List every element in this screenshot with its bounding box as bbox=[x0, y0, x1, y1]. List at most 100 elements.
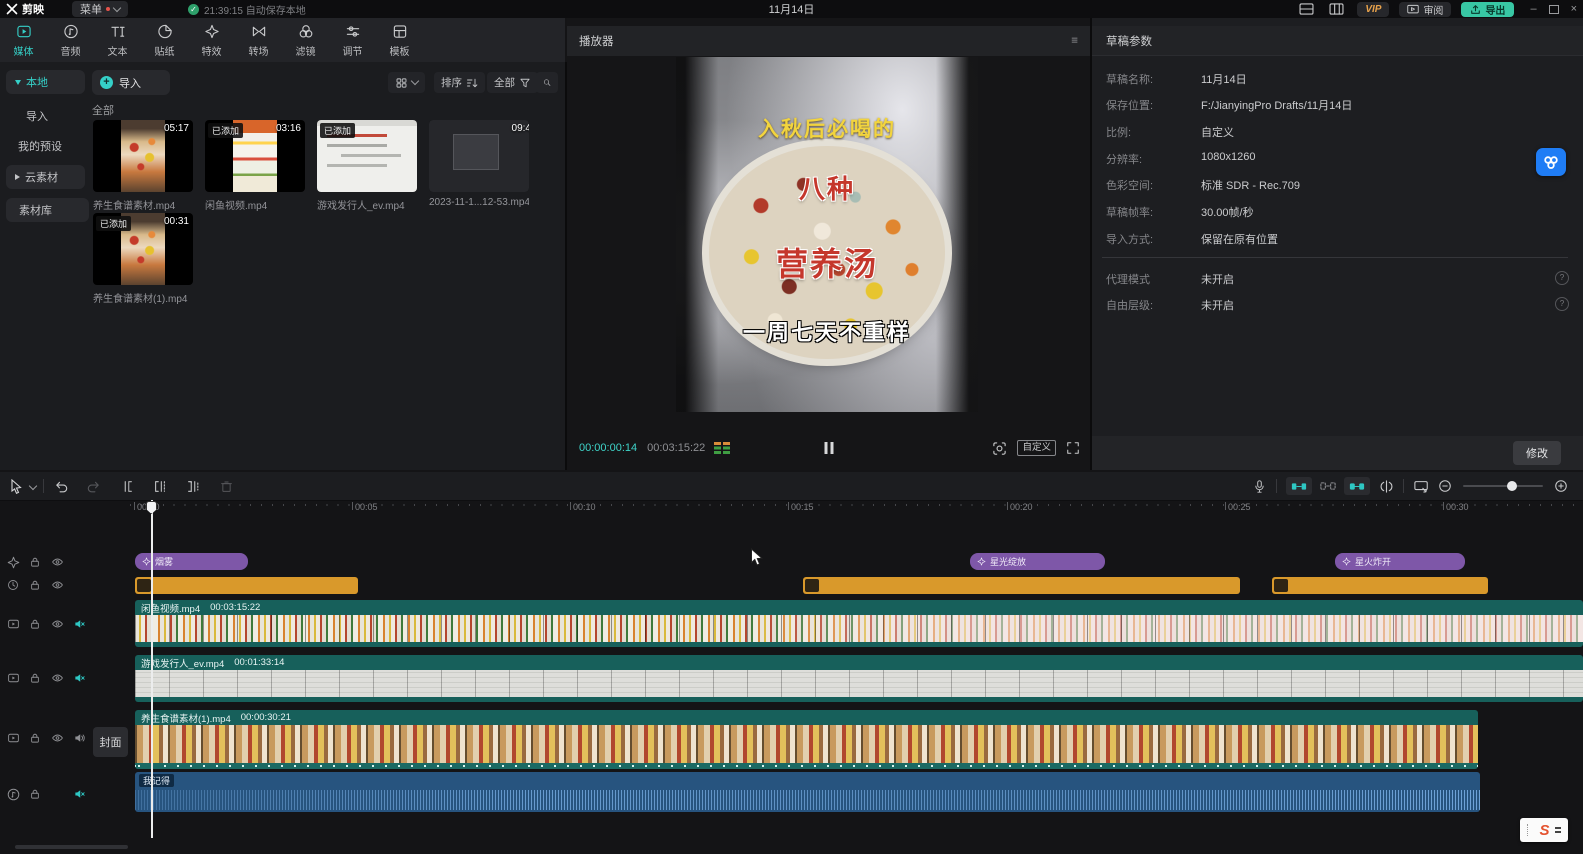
lock-icon[interactable] bbox=[28, 671, 42, 685]
autosave-text: 21:39:15 自动保存本地 bbox=[204, 2, 306, 17]
import-button[interactable]: + 导入 bbox=[92, 70, 170, 95]
main-video-clip[interactable]: 养生食谱素材(1).mp4 00:00:30:21 bbox=[135, 710, 1478, 769]
tab-adjust[interactable]: 调节 bbox=[329, 23, 376, 58]
search-button[interactable] bbox=[536, 72, 558, 93]
clip-filename: 游戏发行人_ev.mp4 bbox=[141, 656, 224, 670]
lock-icon[interactable] bbox=[28, 578, 42, 592]
sidebar-item-local[interactable]: 本地 bbox=[6, 70, 85, 94]
main-track-magnet-toggle[interactable] bbox=[1286, 477, 1312, 495]
video-clip-2[interactable]: 游戏发行人_ev.mp4 00:01:33:14 bbox=[135, 655, 1583, 702]
sticker-clip[interactable] bbox=[135, 577, 358, 594]
tab-template[interactable]: 模板 bbox=[376, 23, 423, 58]
sidebar-item-import[interactable]: 导入 bbox=[26, 108, 48, 124]
effect-clip[interactable]: 星火炸开 bbox=[1335, 553, 1465, 570]
sticker-thumb bbox=[137, 579, 151, 592]
sidebar-item-presets[interactable]: 我的预设 bbox=[18, 138, 62, 154]
speaker-icon[interactable] bbox=[72, 731, 86, 745]
zoom-slider-handle[interactable] bbox=[1507, 481, 1517, 491]
media-item[interactable]: 05:17 养生食谱素材.mp4 bbox=[93, 120, 193, 212]
video-clip-1[interactable]: 闲鱼视频.mp4 00:03:15:22 bbox=[135, 600, 1583, 647]
video-preview[interactable]: 入秋后必喝的 八种 营养汤 一周七天不重样 bbox=[676, 57, 978, 412]
draft-row: 草稿名称:11月14日 bbox=[1106, 71, 1247, 87]
linkage-toggle[interactable] bbox=[1344, 477, 1370, 495]
media-item[interactable]: 已添加 游戏发行人_ev.mp4 bbox=[317, 120, 417, 212]
mute-speaker-icon[interactable] bbox=[72, 617, 86, 631]
trim-left-button[interactable] bbox=[148, 476, 172, 496]
eye-icon[interactable] bbox=[50, 731, 64, 745]
cover-button[interactable]: 封面 bbox=[93, 727, 128, 757]
overlay-text-1: 入秋后必喝的 bbox=[676, 113, 978, 143]
vip-button[interactable]: VIP bbox=[1357, 2, 1389, 17]
mute-speaker-icon[interactable] bbox=[72, 787, 86, 801]
sort-button[interactable]: 排序 bbox=[434, 72, 485, 93]
tab-transition[interactable]: 转场 bbox=[235, 23, 282, 58]
trim-right-button[interactable] bbox=[181, 476, 205, 496]
tab-filter[interactable]: 滤镜 bbox=[282, 23, 329, 58]
lock-icon[interactable] bbox=[28, 617, 42, 631]
focus-icon[interactable] bbox=[992, 441, 1007, 456]
layout-columns-icon[interactable] bbox=[1325, 0, 1347, 19]
sidebar-item-cloud[interactable]: 云素材 bbox=[6, 165, 85, 189]
media-item[interactable]: 已添加 00:31 养生食谱素材(1).mp4 bbox=[93, 213, 193, 305]
tab-sticker[interactable]: 贴纸 bbox=[141, 23, 188, 58]
redo-button[interactable] bbox=[81, 476, 105, 496]
sidebar-label: 导入 bbox=[26, 111, 48, 123]
minimize-button[interactable]: – bbox=[1530, 3, 1536, 15]
timeline-zoom-slider[interactable] bbox=[1463, 485, 1543, 487]
audio-clip-label: 我记得 bbox=[139, 774, 174, 787]
fit-mode-button[interactable]: 自定义 bbox=[1017, 440, 1056, 456]
zoom-out-button[interactable] bbox=[1433, 476, 1457, 496]
lock-icon[interactable] bbox=[28, 787, 42, 801]
ime-mini-buttons[interactable] bbox=[1555, 827, 1561, 833]
split-button[interactable] bbox=[115, 476, 139, 496]
maximize-button[interactable] bbox=[1549, 5, 1559, 14]
help-icon[interactable] bbox=[1555, 297, 1569, 311]
delete-button[interactable] bbox=[214, 476, 238, 496]
cloud-collab-icon[interactable] bbox=[1536, 148, 1566, 176]
player-menu-icon[interactable]: ≡ bbox=[1071, 35, 1078, 47]
undo-button[interactable] bbox=[49, 476, 73, 496]
review-button[interactable]: 审阅 bbox=[1399, 2, 1451, 17]
close-button[interactable]: × bbox=[1571, 3, 1577, 15]
mute-speaker-icon[interactable] bbox=[72, 671, 86, 685]
tab-audio[interactable]: 音频 bbox=[47, 23, 94, 58]
record-voiceover-button[interactable] bbox=[1247, 476, 1271, 496]
section-label: 全部 bbox=[92, 102, 114, 118]
eye-icon[interactable] bbox=[50, 617, 64, 631]
audio-clip[interactable]: 我记得 bbox=[135, 772, 1480, 812]
modify-button[interactable]: 修改 bbox=[1513, 441, 1561, 465]
horizontal-scrollbar[interactable] bbox=[15, 845, 128, 849]
auto-snap-toggle[interactable] bbox=[1316, 476, 1340, 496]
pause-button[interactable] bbox=[824, 442, 833, 454]
lock-icon[interactable] bbox=[28, 555, 42, 569]
playhead[interactable] bbox=[151, 500, 153, 838]
preview-axis-button[interactable] bbox=[1409, 476, 1433, 496]
effect-clip-label: 烟雾 bbox=[155, 555, 173, 568]
help-icon[interactable] bbox=[1555, 271, 1569, 285]
sticker-clip[interactable] bbox=[1272, 577, 1488, 594]
lock-icon[interactable] bbox=[28, 731, 42, 745]
clock-icon bbox=[6, 578, 20, 592]
filter-dropdown[interactable]: 全部 bbox=[487, 72, 538, 93]
menu-button[interactable]: 菜单 bbox=[72, 1, 128, 17]
tab-effects[interactable]: 特效 bbox=[188, 23, 235, 58]
select-tool-dropdown[interactable] bbox=[29, 482, 37, 490]
freeze-split-button[interactable] bbox=[1374, 476, 1398, 496]
eye-icon[interactable] bbox=[50, 671, 64, 685]
export-button[interactable]: 导出 bbox=[1461, 2, 1514, 17]
eye-icon[interactable] bbox=[50, 578, 64, 592]
effect-clip[interactable]: 星光绽放 bbox=[970, 553, 1105, 570]
eye-icon[interactable] bbox=[50, 555, 64, 569]
sidebar-item-library[interactable]: 素材库 bbox=[6, 198, 89, 222]
sticker-clip[interactable] bbox=[803, 577, 1240, 594]
timeline-ruler[interactable]: 00:00 00:05 00:10 00:15 00:20 00:25 00:3… bbox=[130, 500, 1583, 516]
tab-media[interactable]: 媒体 bbox=[0, 23, 47, 58]
media-item[interactable]: 09:4 2023-11-1...12-53.mp4 bbox=[429, 120, 529, 208]
select-tool-button[interactable] bbox=[4, 476, 28, 496]
media-item[interactable]: 已添加 03:16 闲鱼视频.mp4 bbox=[205, 120, 305, 212]
tab-text[interactable]: 文本 bbox=[94, 23, 141, 58]
view-mode-dropdown[interactable] bbox=[388, 72, 425, 93]
layout-single-icon[interactable] bbox=[1297, 0, 1315, 19]
zoom-in-button[interactable] bbox=[1549, 476, 1573, 496]
fullscreen-icon[interactable] bbox=[1066, 441, 1080, 455]
